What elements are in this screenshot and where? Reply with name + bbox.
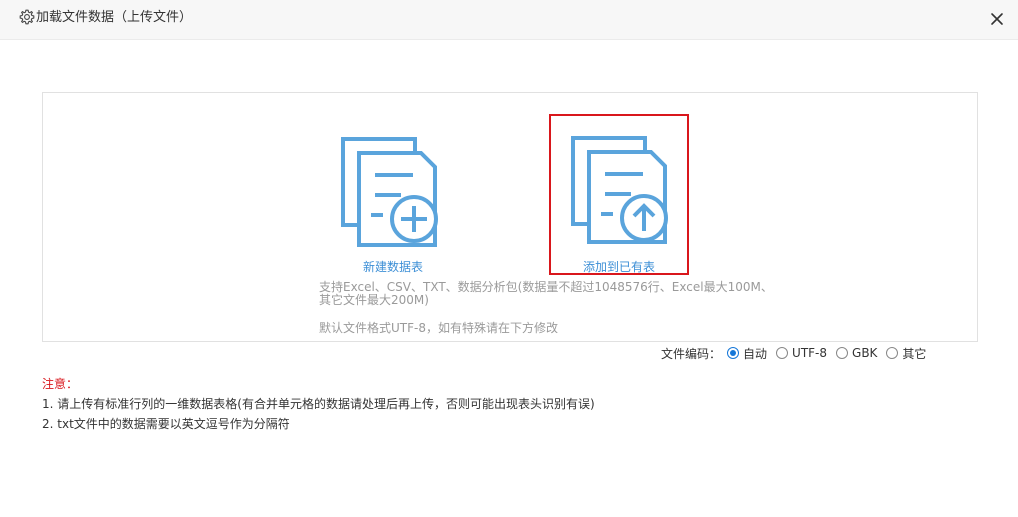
upload-panel: 新建数据表 添加到已有表 支持Excel、CSV、TXT、数据分析包(数据量不超… <box>42 92 978 342</box>
new-table-option[interactable]: 新建数据表 <box>341 125 461 275</box>
radio-checked-icon <box>727 347 740 359</box>
document-plus-icon <box>341 137 438 247</box>
gear-icon <box>19 9 35 25</box>
close-icon[interactable] <box>988 10 1006 28</box>
dialog-title: 加载文件数据（上传文件） <box>36 10 193 25</box>
encoding-radio-gbk[interactable]: GBK <box>836 346 877 360</box>
dialog-header: 加载文件数据（上传文件） <box>0 0 1018 40</box>
note-item: 1. 请上传有标准行列的一维数据表格(有合并单元格的数据请处理后再上传，否则可能… <box>42 397 595 411</box>
notes-title: 注意： <box>42 377 79 391</box>
radio-unchecked-icon <box>776 347 789 359</box>
encoding-radio-other[interactable]: 其它 <box>886 345 926 362</box>
notes-section: 注意： 1. 请上传有标准行列的一维数据表格(有合并单元格的数据请处理后再上传，… <box>42 374 595 434</box>
new-table-label: 新建数据表 <box>362 260 423 274</box>
add-to-existing-label: 添加到已有表 <box>582 260 655 274</box>
document-upload-icon <box>571 136 668 244</box>
default-encoding-text: 默认文件格式UTF-8，如有特殊请在下方修改 <box>319 321 558 335</box>
encoding-label: 文件编码： <box>661 346 722 361</box>
supported-formats-text: 支持Excel、CSV、TXT、数据分析包(数据量不超过1048576行、Exc… <box>319 280 773 307</box>
encoding-radio-auto[interactable]: 自动 <box>727 345 767 362</box>
radio-unchecked-icon <box>886 347 899 359</box>
add-to-existing-option[interactable]: 添加到已有表 <box>549 114 689 275</box>
encoding-radio-utf8[interactable]: UTF-8 <box>776 346 827 360</box>
radio-unchecked-icon <box>836 347 849 359</box>
note-item: 2. txt文件中的数据需要以英文逗号作为分隔符 <box>42 417 290 431</box>
file-encoding-selector: 文件编码： 自动 UTF-8 GBK 其它 <box>661 345 935 361</box>
